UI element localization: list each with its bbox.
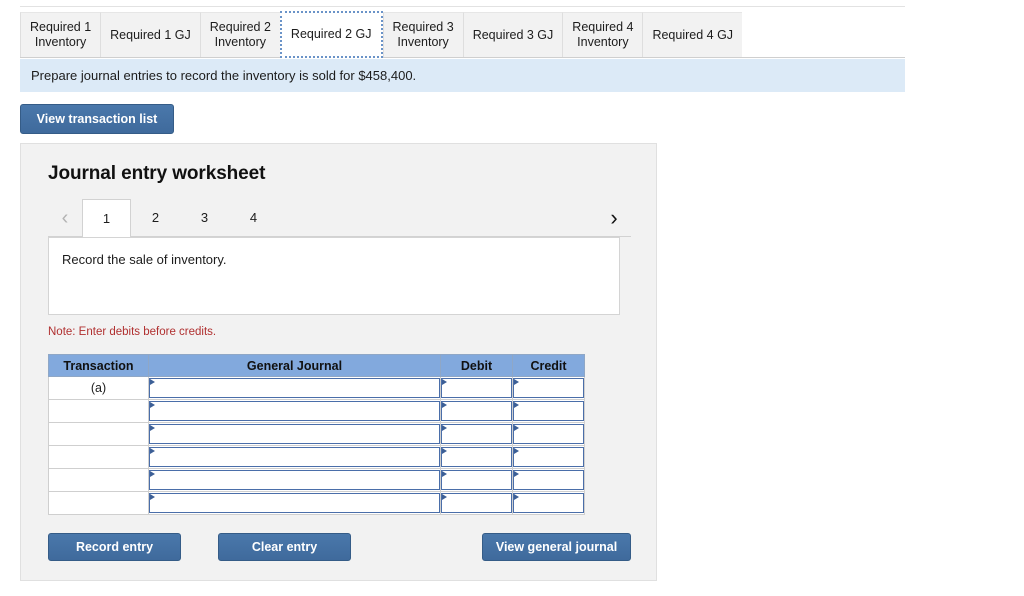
debit-input[interactable] <box>441 378 512 398</box>
page-title: Journal entry worksheet <box>48 163 266 184</box>
general-journal-input[interactable] <box>149 470 440 490</box>
worksheet-pager: ‹ 1 2 3 4 › <box>48 199 631 237</box>
table-row <box>48 491 585 515</box>
credit-input-cell <box>512 445 585 469</box>
debit-input-cell <box>440 399 513 423</box>
worksheet-prompt-box: Record the sale of inventory. <box>48 237 620 315</box>
view-general-journal-button[interactable]: View general journal <box>482 533 631 561</box>
journal-entry-table: Transaction General Journal Debit Credit… <box>48 354 585 515</box>
credit-input[interactable] <box>513 378 584 398</box>
tab-item[interactable]: Required 2 GJ <box>279 11 383 58</box>
transaction-cell <box>48 399 149 423</box>
credit-input[interactable] <box>513 401 584 421</box>
tab-item[interactable]: Required 1 GJ <box>100 12 200 57</box>
table-row <box>48 468 585 492</box>
tab-item[interactable]: Required 1 Inventory <box>20 12 101 57</box>
credit-input-cell <box>512 468 585 492</box>
general-journal-input[interactable] <box>149 378 440 398</box>
general-journal-input[interactable] <box>149 447 440 467</box>
credit-input[interactable] <box>513 470 584 490</box>
pager-page-4[interactable]: 4 <box>229 199 278 236</box>
general-journal-input[interactable] <box>149 493 440 513</box>
record-entry-button[interactable]: Record entry <box>48 533 181 561</box>
column-header-general-journal: General Journal <box>148 354 441 377</box>
credit-input[interactable] <box>513 424 584 444</box>
transaction-cell <box>48 422 149 446</box>
transaction-cell <box>48 445 149 469</box>
credit-input[interactable] <box>513 493 584 513</box>
tab-item[interactable]: Required 3 GJ <box>462 12 563 57</box>
general-journal-input-cell <box>148 422 441 446</box>
instruction-text: Prepare journal entries to record the in… <box>31 68 417 83</box>
clear-entry-button[interactable]: Clear entry <box>218 533 351 561</box>
journal-table-body: (a) <box>48 376 585 515</box>
tabstrip-filler <box>742 12 905 57</box>
table-row <box>48 399 585 423</box>
chevron-right-icon[interactable]: › <box>597 199 631 236</box>
general-journal-input-cell <box>148 445 441 469</box>
tab-item[interactable]: Required 4 Inventory <box>562 12 643 57</box>
debits-before-credits-note: Note: Enter debits before credits. <box>48 326 217 338</box>
view-transaction-list-button[interactable]: View transaction list <box>20 104 174 134</box>
debit-input[interactable] <box>441 424 512 444</box>
tab-item[interactable]: Required 2 Inventory <box>199 12 280 57</box>
column-header-credit: Credit <box>512 354 585 377</box>
general-journal-input[interactable] <box>149 401 440 421</box>
table-row <box>48 445 585 469</box>
pager-page-1[interactable]: 1 <box>82 199 131 237</box>
credit-input-cell <box>512 376 585 400</box>
table-row: (a) <box>48 376 585 400</box>
credit-input-cell <box>512 491 585 515</box>
transaction-cell <box>48 468 149 492</box>
instruction-bar: Prepare journal entries to record the in… <box>20 59 905 92</box>
debit-input-cell <box>440 491 513 515</box>
debit-input[interactable] <box>441 401 512 421</box>
tab-item[interactable]: Required 4 GJ <box>642 12 743 57</box>
pager-page-3[interactable]: 3 <box>180 199 229 236</box>
required-tabs: Required 1 Inventory Required 1 GJ Require… <box>20 11 905 58</box>
general-journal-input-cell <box>148 491 441 515</box>
credit-input-cell <box>512 422 585 446</box>
journal-entry-worksheet-panel: Journal entry worksheet ‹ 1 2 3 4 › Record t… <box>20 143 657 581</box>
debit-input-cell <box>440 468 513 492</box>
general-journal-input-cell <box>148 376 441 400</box>
general-journal-input-cell <box>148 399 441 423</box>
general-journal-input[interactable] <box>149 424 440 444</box>
chevron-left-icon[interactable]: ‹ <box>48 199 82 236</box>
credit-input[interactable] <box>513 447 584 467</box>
debit-input[interactable] <box>441 447 512 467</box>
tab-item[interactable]: Required 3 Inventory <box>382 12 463 57</box>
table-row <box>48 422 585 446</box>
transaction-cell <box>48 491 149 515</box>
general-journal-input-cell <box>148 468 441 492</box>
debit-input[interactable] <box>441 493 512 513</box>
worksheet-prompt-text: Record the sale of inventory. <box>62 252 227 267</box>
debit-input[interactable] <box>441 470 512 490</box>
pager-page-2[interactable]: 2 <box>131 199 180 236</box>
debit-input-cell <box>440 445 513 469</box>
debit-input-cell <box>440 422 513 446</box>
top-divider <box>20 6 905 7</box>
column-header-transaction: Transaction <box>48 354 149 377</box>
transaction-cell: (a) <box>48 376 149 400</box>
journal-table-head: Transaction General Journal Debit Credit <box>48 354 585 377</box>
debit-input-cell <box>440 376 513 400</box>
credit-input-cell <box>512 399 585 423</box>
column-header-debit: Debit <box>440 354 513 377</box>
journal-table-header-row: Transaction General Journal Debit Credit <box>48 354 585 377</box>
